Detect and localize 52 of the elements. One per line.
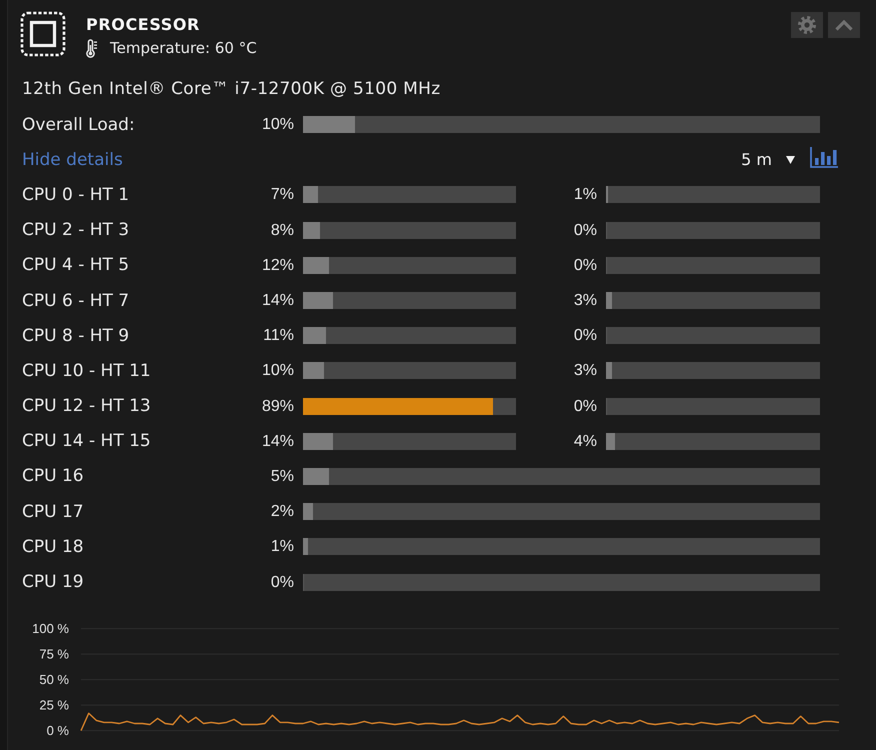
settings-button[interactable] [791, 12, 823, 38]
thermometer-icon [86, 39, 97, 58]
cpu-label: CPU 0 - HT 1 [22, 184, 130, 205]
load-reading: 3% [574, 361, 597, 380]
temperature-text: Temperature: 60 °C [110, 39, 257, 58]
cpu-label: CPU 19 [22, 572, 84, 592]
cpu-label: CPU 6 - HT 7 [22, 290, 130, 311]
overall-load-label: Overall Load: [22, 114, 135, 135]
cpu-label: CPU 4 - HT 5 [22, 255, 130, 276]
cpu-label: CPU 2 - HT 3 [22, 220, 130, 240]
load-reading: 5% [270, 466, 294, 486]
y-axis-label: 25 % [39, 697, 69, 712]
load-reading: 12% [262, 256, 294, 275]
gear-icon [798, 16, 816, 34]
time-range-dropdown[interactable]: 5 m [741, 150, 795, 170]
load-reading: 0% [574, 396, 597, 416]
load-reading: 0% [270, 572, 294, 592]
cpu-label: CPU 10 - HT 11 [22, 360, 151, 381]
y-axis-label: 50 % [39, 672, 69, 687]
load-reading: 11% [263, 326, 294, 346]
load-reading: 2% [270, 502, 294, 522]
caret-down-icon [786, 156, 795, 164]
processor-model: 12th Gen Intel® Core™ i7-12700K @ 5100 MHz [22, 79, 442, 99]
cpu-label: CPU 16 [22, 466, 84, 486]
y-axis-label: 75 % [39, 646, 69, 662]
bar-chart-icon[interactable] [810, 147, 838, 168]
load-reading: 14% [262, 432, 294, 451]
load-reading: 0% [574, 326, 597, 346]
load-reading: 1% [574, 185, 597, 204]
load-reading: 1% [270, 537, 294, 556]
panel-title: PROCESSOR [86, 15, 201, 35]
y-axis-label: 0 % [46, 722, 69, 738]
load-reading: 0% [574, 220, 597, 240]
load-reading: 0% [574, 256, 597, 275]
cpu-label: CPU 17 [22, 502, 84, 522]
hide-details-link[interactable]: Hide details [22, 150, 123, 170]
cpu-label: CPU 8 - HT 9 [22, 326, 130, 346]
load-reading: 8% [270, 220, 294, 240]
y-axis-label: 100 % [32, 620, 69, 636]
cpu-label: CPU 14 - HT 15 [22, 431, 151, 452]
load-reading: 14% [262, 291, 294, 310]
processor-chip-icon [20, 11, 66, 57]
load-reading: 4% [574, 432, 597, 451]
load-reading: 3% [574, 291, 597, 310]
load-reading: 89% [262, 396, 294, 416]
load-reading: 7% [270, 185, 294, 204]
chevron-up-icon [835, 20, 853, 30]
cpu-label: CPU 18 [22, 536, 84, 557]
cpu-label: CPU 12 - HT 13 [22, 396, 151, 416]
load-reading: 10% [262, 361, 294, 380]
load-reading: 10% [262, 115, 294, 134]
collapse-button[interactable] [828, 12, 860, 38]
